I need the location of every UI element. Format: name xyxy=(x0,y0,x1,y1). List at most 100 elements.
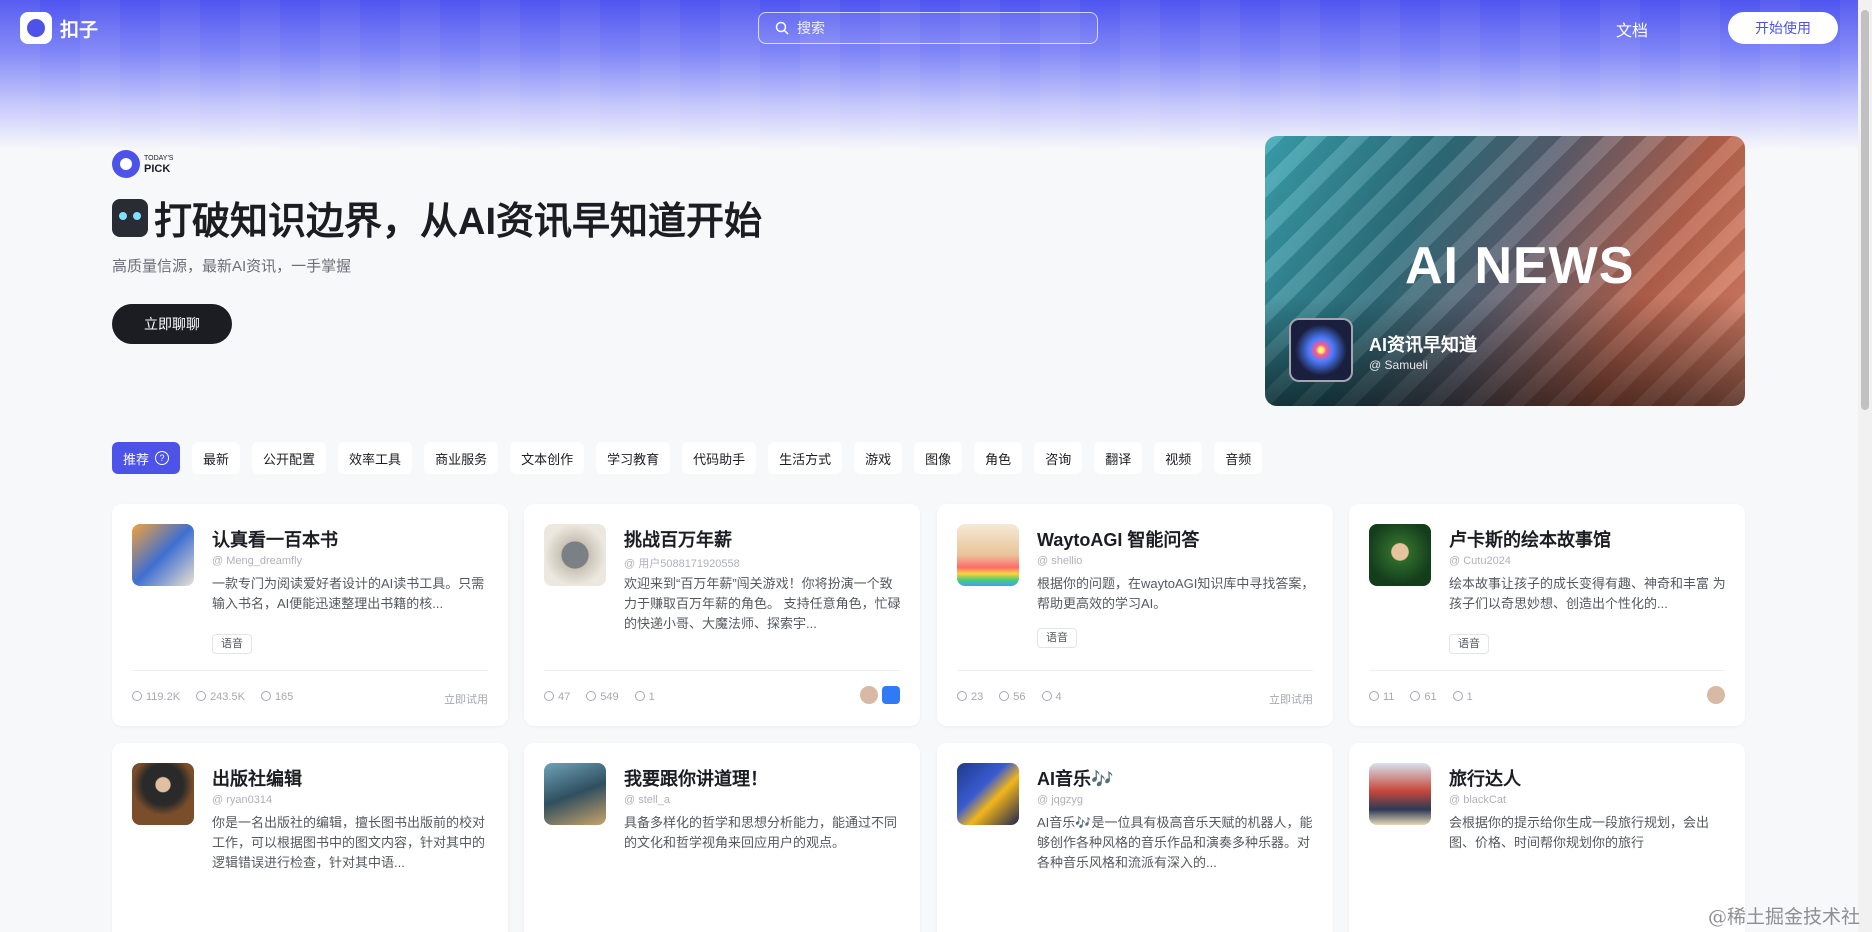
users-count: 23 xyxy=(971,691,984,703)
stars-count: 165 xyxy=(274,691,294,703)
tab-latest[interactable]: 最新 xyxy=(192,442,241,474)
chat-now-button[interactable]: 立即聊聊 xyxy=(112,304,232,344)
chat-icon xyxy=(1410,691,1421,701)
star-icon xyxy=(1041,691,1052,701)
chats-count: 61 xyxy=(1424,691,1437,703)
stars-stat: 4 xyxy=(1041,691,1062,703)
tab-consulting[interactable]: 咨询 xyxy=(1034,442,1083,474)
bot-card[interactable]: 挑战百万年薪 @ 用户5088171920558 欢迎来到“百万年薪”闯关游戏！… xyxy=(524,504,920,726)
bot-card[interactable]: 旅行达人 @ blackCat 会根据你的提示给你生成一段旅行规划，会出图、价格… xyxy=(1349,743,1745,932)
bot-name: 挑战百万年薪 xyxy=(624,530,732,550)
logo-text: 扣子 xyxy=(60,19,99,41)
chats-stat: 243.5K xyxy=(196,691,245,703)
tab-recommended[interactable]: 推荐? xyxy=(112,442,181,474)
search-box[interactable] xyxy=(758,12,1098,44)
users-icon xyxy=(957,691,967,701)
featured-banner[interactable]: AI NEWS AI资讯早知道 @ Samueli xyxy=(1265,136,1745,406)
tab-business[interactable]: 商业服务 xyxy=(424,442,499,474)
tab-translate[interactable]: 翻译 xyxy=(1094,442,1143,474)
bot-description: 欢迎来到“百万年薪”闯关游戏！你将扮演一个致力于赚取百万年薪的角色。 支持任意角… xyxy=(624,576,901,631)
bot-name: 卢卡斯的绘本故事馆 xyxy=(1449,530,1611,550)
bot-description: 根据你的问题，在waytoAGI知识库中寻找答案，帮助更高效的学习AI。 xyxy=(1037,576,1315,611)
card-divider xyxy=(1369,670,1725,671)
voice-tag: 语音 xyxy=(1449,634,1489,654)
try-now-link[interactable]: 立即试用 xyxy=(1269,691,1313,707)
tab-image[interactable]: 图像 xyxy=(914,442,963,474)
tab-audio[interactable]: 音频 xyxy=(1214,442,1263,474)
tab-writing[interactable]: 文本创作 xyxy=(510,442,585,474)
top-nav: 扣子 文档 开始使用 xyxy=(0,0,1872,56)
users-stat: 23 xyxy=(957,691,983,703)
tab-games[interactable]: 游戏 xyxy=(854,442,903,474)
users-stat: 11 xyxy=(1369,691,1394,703)
bot-author: @ jqgzyg xyxy=(1037,794,1084,806)
tab-coding[interactable]: 代码助手 xyxy=(682,442,757,474)
tab-lifestyle[interactable]: 生活方式 xyxy=(768,442,843,474)
card-divider xyxy=(957,670,1313,671)
chat-icon xyxy=(586,691,597,701)
bot-description: 绘本故事让孩子的成长变得有趣、神奇和丰富 为孩子们以奇思妙想、创造出个性化的..… xyxy=(1449,576,1726,611)
start-button[interactable]: 开始使用 xyxy=(1728,12,1838,44)
watermark: @稀土掘金技术社区 xyxy=(1708,906,1861,928)
bot-avatar xyxy=(544,524,606,586)
star-icon xyxy=(634,691,645,701)
search-icon xyxy=(775,21,789,35)
card-divider xyxy=(544,670,900,671)
chat-icon xyxy=(999,691,1010,701)
bot-name: 旅行达人 xyxy=(1449,769,1521,789)
users-icon xyxy=(1369,691,1379,701)
bot-card[interactable]: 认真看一百本书 @ Meng_dreamfly 一款专门为阅读爱好者设计的AI读… xyxy=(112,504,508,726)
bot-avatar xyxy=(957,524,1019,586)
chats-count: 56 xyxy=(1013,691,1026,703)
robot-icon xyxy=(112,198,148,237)
star-icon xyxy=(260,691,271,701)
chat-icon xyxy=(196,691,207,701)
todays-pick-badge: TODAY'S PICK xyxy=(112,150,762,178)
bot-card[interactable]: 出版社编辑 @ ryan0314 你是一名出版社的编辑，擅长图书出版前的校对工作… xyxy=(112,743,508,932)
bot-name: 认真看一百本书 xyxy=(212,530,338,550)
bot-description: AI音乐🎶是一位具有极高音乐天赋的机器人，能够创作各种风格的音乐作品和演奏多种乐… xyxy=(1037,815,1313,870)
bot-stats: 23 56 4 xyxy=(957,691,1062,703)
bot-description: 具备多样化的哲学和思想分析能力，能通过不同的文化和哲学视角来回应用户的观点。 xyxy=(624,815,898,850)
tab-video[interactable]: 视频 xyxy=(1154,442,1203,474)
logo[interactable]: 扣子 xyxy=(20,12,98,44)
tab-public-config[interactable]: 公开配置 xyxy=(252,442,327,474)
pick-icon xyxy=(112,150,140,178)
users-icon xyxy=(544,691,554,701)
bot-author: @ shellio xyxy=(1037,555,1083,567)
bot-avatar xyxy=(544,763,606,825)
users-stat: 47 xyxy=(544,691,570,703)
pick-big-text: PICK xyxy=(144,163,171,175)
bot-name: 我要跟你讲道理！ xyxy=(624,769,768,789)
hero-title-row: 打破知识边界，从AI资讯早知道开始 xyxy=(112,190,762,245)
stars-stat: 1 xyxy=(634,691,655,703)
hero-title: 打破知识边界，从AI资讯早知道开始 xyxy=(154,201,763,243)
bot-card[interactable]: WaytoAGI 智能问答 @ shellio 根据你的问题，在waytoAGI… xyxy=(937,504,1333,726)
bot-avatar xyxy=(132,763,194,825)
bot-avatar xyxy=(1369,524,1431,586)
bot-author: @ Meng_dreamfly xyxy=(212,555,303,567)
banner-headline: AI NEWS xyxy=(1405,237,1635,295)
scrollbar-thumb[interactable] xyxy=(1861,10,1869,410)
platform-badge-icon xyxy=(882,686,900,704)
tab-role[interactable]: 角色 xyxy=(974,442,1023,474)
bot-card[interactable]: 我要跟你讲道理！ @ stell_a 具备多样化的哲学和思想分析能力，能通过不同… xyxy=(524,743,920,932)
hero-subtitle: 高质量信源，最新AI资讯，一手掌握 xyxy=(112,258,352,275)
users-count: 11 xyxy=(1383,691,1395,703)
bot-author: @ blackCat xyxy=(1449,794,1507,806)
tab-education[interactable]: 学习教育 xyxy=(596,442,671,474)
bot-card[interactable]: AI音乐🎶 @ jqgzyg AI音乐🎶是一位具有极高音乐天赋的机器人，能够创作… xyxy=(937,743,1333,932)
banner-bot-author: @ Samueli xyxy=(1369,358,1428,372)
help-icon[interactable]: ? xyxy=(155,451,170,465)
docs-link[interactable]: 文档 xyxy=(1616,17,1648,41)
stars-stat: 1 xyxy=(1452,691,1473,703)
scrollbar[interactable] xyxy=(1858,0,1872,932)
creator-avatar-icon xyxy=(1707,686,1725,704)
bot-avatar xyxy=(1369,763,1431,825)
bot-name: WaytoAGI 智能问答 xyxy=(1037,530,1200,550)
tab-productivity[interactable]: 效率工具 xyxy=(338,442,413,474)
category-tabs: 推荐? 最新 公开配置 效率工具 商业服务 文本创作 学习教育 代码助手 生活方… xyxy=(112,442,1263,474)
bot-card[interactable]: 卢卡斯的绘本故事馆 @ Cutu2024 绘本故事让孩子的成长变得有趣、神奇和丰… xyxy=(1349,504,1745,726)
try-now-link[interactable]: 立即试用 xyxy=(444,691,488,707)
search-input[interactable] xyxy=(797,20,1077,36)
